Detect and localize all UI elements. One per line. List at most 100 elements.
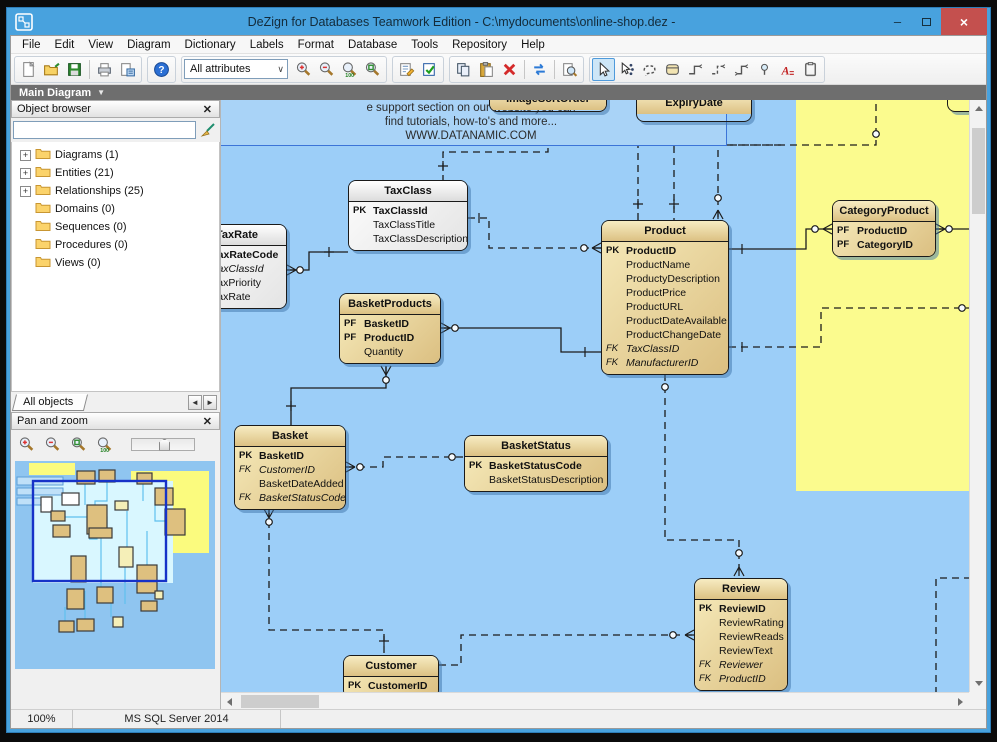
- find-button[interactable]: [558, 58, 581, 81]
- zoom-100-button[interactable]: 100: [93, 433, 116, 456]
- help-button[interactable]: ?: [150, 58, 173, 81]
- menu-item-file[interactable]: File: [15, 38, 48, 52]
- zoom-region-button[interactable]: [67, 433, 90, 456]
- tree-item-entities[interactable]: + Entities (21): [12, 164, 219, 182]
- validate-button[interactable]: [418, 58, 441, 81]
- horizontal-scroll-thumb[interactable]: [241, 695, 319, 708]
- chevron-down-icon[interactable]: ▼: [97, 88, 105, 97]
- expand-icon[interactable]: +: [20, 185, 31, 197]
- tree-item-diagrams[interactable]: + Diagrams (1): [12, 146, 219, 164]
- print-preview-button[interactable]: [116, 58, 139, 81]
- tree-item-sequences[interactable]: Sequences (0): [12, 218, 219, 236]
- entity-button[interactable]: [661, 58, 684, 81]
- entity-taxrate[interactable]: TaxRate PKTaxRateCode FKTaxClassId TaxPrior…: [221, 224, 287, 309]
- save-button[interactable]: [63, 58, 86, 81]
- tab-scroll-right-button[interactable]: ►: [203, 394, 217, 410]
- close-button[interactable]: ×: [941, 8, 987, 35]
- attribute-row: ProductPrice: [626, 287, 687, 299]
- title-bar[interactable]: DeZign for Databases Teamwork Edition - …: [10, 8, 987, 35]
- minimap[interactable]: [11, 458, 220, 709]
- non-identifying-relationship-button[interactable]: [707, 58, 730, 81]
- new-button[interactable]: [17, 58, 40, 81]
- zoom-slider[interactable]: [131, 437, 195, 451]
- entity-imagesortorder[interactable]: ImageSortOrder: [489, 100, 607, 112]
- entity-title: Product: [602, 221, 728, 242]
- vertical-scroll-thumb[interactable]: [971, 128, 985, 214]
- label-button[interactable]: A: [776, 58, 799, 81]
- menu-item-repository[interactable]: Repository: [445, 38, 514, 52]
- identifying-relationship-button[interactable]: [684, 58, 707, 81]
- entity-basket[interactable]: Basket PK BasketID FK CustomerID BasketDateAd…: [234, 425, 346, 510]
- many-to-many-relationship-button[interactable]: [730, 58, 753, 81]
- tab-scroll-left-button[interactable]: ◄: [188, 394, 202, 410]
- print-icon: [98, 62, 111, 76]
- entity-basketstatus[interactable]: BasketStatus PK BasketStatusCode BasketStat…: [464, 435, 608, 492]
- tree-item-procedures[interactable]: Procedures (0): [12, 236, 219, 254]
- minimap-canvas[interactable]: [15, 461, 215, 669]
- zoom-region-button[interactable]: [361, 58, 384, 81]
- menu-item-view[interactable]: View: [81, 38, 120, 52]
- menu-item-labels[interactable]: Labels: [243, 38, 291, 52]
- horizontal-scrollbar[interactable]: [221, 692, 969, 709]
- menu-item-diagram[interactable]: Diagram: [120, 38, 177, 52]
- diagram-canvas[interactable]: e support section on our website you can…: [221, 100, 969, 692]
- open-button[interactable]: [40, 58, 63, 81]
- entity-taxclass[interactable]: TaxClass PK TaxClassId TaxClassTitle TaxClas…: [348, 180, 468, 251]
- zoom-out-icon: [319, 61, 334, 76]
- entity-basketproducts[interactable]: BasketProducts PF BasketID PF ProductID Quant…: [339, 293, 441, 364]
- menu-item-format[interactable]: Format: [291, 38, 341, 52]
- object-search-input[interactable]: [13, 121, 196, 139]
- vertical-scrollbar[interactable]: [969, 100, 986, 692]
- tree-item-domains[interactable]: Domains (0): [12, 200, 219, 218]
- sync-button[interactable]: [528, 58, 551, 81]
- partial-entity[interactable]: [947, 100, 969, 112]
- attribute-row: PF CategoryID: [837, 239, 914, 251]
- menu-item-database[interactable]: Database: [341, 38, 404, 52]
- select-button[interactable]: [592, 57, 615, 81]
- app-window: DeZign for Databases Teamwork Edition - …: [6, 7, 991, 733]
- clear-filter-button[interactable]: [198, 121, 218, 140]
- minimize-button[interactable]: –: [883, 12, 912, 32]
- tree-item-views[interactable]: Views (0): [12, 254, 219, 272]
- menu-item-dictionary[interactable]: Dictionary: [178, 38, 243, 52]
- entity-categoryproduct[interactable]: CategoryProduct PF ProductID PF CategoryID: [832, 200, 936, 257]
- print-button[interactable]: [93, 58, 116, 81]
- maximize-button[interactable]: [912, 12, 941, 32]
- entity-review[interactable]: Review PK ReviewID ReviewRating ReviewReads R…: [694, 578, 788, 691]
- sync-icon: [534, 63, 545, 75]
- zoom-in-button[interactable]: [292, 58, 315, 81]
- edit-model-button[interactable]: [395, 58, 418, 81]
- menu-item-edit[interactable]: Edit: [48, 38, 82, 52]
- paste-button[interactable]: [475, 58, 498, 81]
- object-browser-close-icon[interactable]: ✕: [201, 103, 214, 116]
- zoom-100-button[interactable]: 100: [338, 58, 361, 81]
- diagram-tab-label[interactable]: Main Diagram: [19, 87, 91, 99]
- scroll-left-arrow[interactable]: [221, 693, 238, 709]
- pan-zoom-close-icon[interactable]: ✕: [201, 415, 214, 428]
- expand-icon[interactable]: +: [20, 167, 31, 179]
- menu-item-tools[interactable]: Tools: [404, 38, 445, 52]
- scroll-down-arrow[interactable]: [970, 675, 986, 692]
- scroll-up-arrow[interactable]: [970, 100, 986, 117]
- zoom-in-button[interactable]: [15, 433, 38, 456]
- entity-product[interactable]: Product PK ProductID ProductName ProductyDes…: [601, 220, 729, 375]
- delete-button[interactable]: [498, 58, 521, 81]
- attributes-dropdown[interactable]: All attributes ∨: [184, 59, 288, 79]
- copy-button[interactable]: [452, 58, 475, 81]
- scroll-right-arrow[interactable]: [952, 693, 969, 709]
- note-button[interactable]: [799, 58, 822, 81]
- note-line: WWW.DATANAMIC.COM: [405, 130, 537, 142]
- tab-all-objects[interactable]: All objects: [11, 393, 89, 411]
- expand-icon[interactable]: +: [20, 149, 31, 161]
- select-attribute-button[interactable]: [615, 58, 638, 81]
- zoom-slider-thumb[interactable]: [159, 438, 170, 451]
- tree-item-relationships[interactable]: + Relationships (25): [12, 182, 219, 200]
- entity-expirydate[interactable]: ExpiryDate: [636, 100, 752, 122]
- attribute-row: ReviewText: [719, 645, 773, 657]
- view-button[interactable]: [753, 58, 776, 81]
- menu-item-help[interactable]: Help: [514, 38, 552, 52]
- pan-button[interactable]: [638, 58, 661, 81]
- entity-customer[interactable]: Customer PK CustomerID: [343, 655, 439, 692]
- zoom-out-button[interactable]: [41, 433, 64, 456]
- zoom-out-button[interactable]: [315, 58, 338, 81]
